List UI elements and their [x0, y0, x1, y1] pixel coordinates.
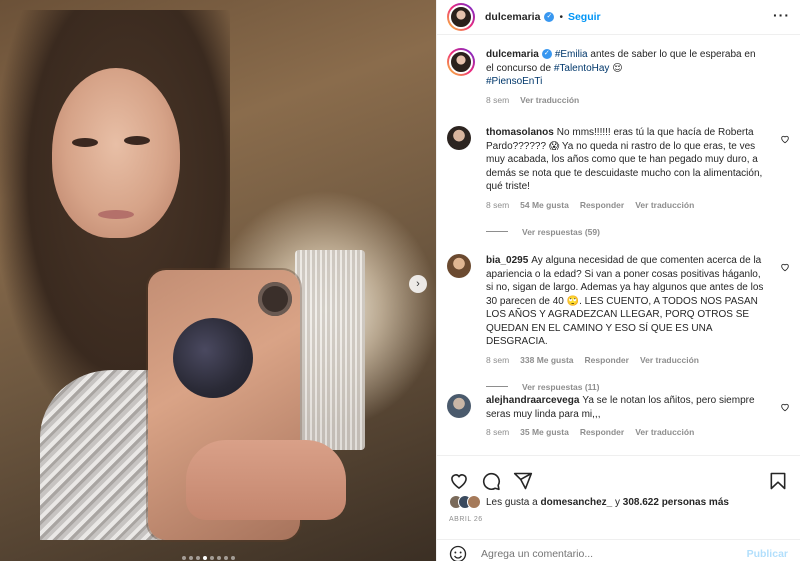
photo-eye-right — [124, 136, 150, 145]
heart-icon[interactable] — [780, 134, 790, 144]
comment-item: thomasolanos No mms!!!!!! eras tú la que … — [447, 126, 790, 237]
bookmark-icon[interactable] — [768, 471, 788, 491]
carousel-dot — [231, 556, 235, 560]
post-image[interactable]: › — [0, 0, 436, 561]
comment-likes[interactable]: 338 Me gusta — [520, 355, 573, 365]
caption-translate-link[interactable]: Ver traducción — [520, 95, 579, 105]
post-header: dulcemaria ✓ • Seguir ··· — [437, 0, 800, 35]
separator-dot: • — [559, 11, 563, 23]
reply-button[interactable]: Responder — [580, 427, 624, 437]
comment-text: Ay alguna necesidad de que comenten acer… — [486, 255, 764, 347]
translate-link[interactable]: Ver traducción — [635, 200, 694, 210]
author-username[interactable]: dulcemaria — [485, 11, 540, 23]
carousel-dot — [210, 556, 214, 560]
post-panel: dulcemaria ✓ • Seguir ··· dulcemaria ✓ #Em… — [436, 0, 800, 561]
comment-likes[interactable]: 35 Me gusta — [520, 427, 569, 437]
carousel-dot — [182, 556, 186, 560]
emoji-icon[interactable] — [449, 545, 467, 561]
post-actions — [437, 455, 800, 495]
likes-count[interactable]: 308.622 personas más — [623, 497, 729, 508]
comments-list[interactable]: dulcemaria ✓ #Emilia antes de saber lo que… — [437, 36, 800, 454]
translate-link[interactable]: Ver traducción — [635, 427, 694, 437]
follow-button[interactable]: Seguir — [568, 11, 601, 23]
caption-username[interactable]: dulcemaria — [486, 49, 539, 60]
photo-mouth — [98, 210, 134, 219]
comment-icon[interactable] — [481, 471, 501, 491]
share-icon[interactable] — [513, 471, 533, 491]
heart-icon[interactable] — [780, 402, 790, 412]
liker-avatar — [467, 495, 481, 509]
verified-badge-icon: ✓ — [544, 12, 555, 22]
photo-hand — [186, 440, 346, 520]
comment-item: bia_0295 Ay alguna necesidad de que comen… — [447, 254, 790, 392]
comment-time[interactable]: 8 sem — [486, 427, 509, 437]
caption-avatar[interactable] — [447, 48, 475, 76]
author-avatar[interactable] — [447, 3, 475, 31]
comment-time[interactable]: 8 sem — [486, 200, 509, 210]
carousel-dots — [182, 556, 235, 560]
comment-username[interactable]: bia_0295 — [486, 255, 528, 266]
carousel-next-button[interactable]: › — [409, 275, 427, 293]
comment-username[interactable]: thomasolanos — [486, 127, 554, 138]
carousel-dot — [196, 556, 200, 560]
carousel-dot — [189, 556, 193, 560]
carousel-dot — [203, 556, 207, 560]
view-replies-button[interactable]: Ver respuestas (11) — [486, 382, 790, 392]
comment-likes[interactable]: 54 Me gusta — [520, 200, 569, 210]
caption-time[interactable]: 8 sem — [486, 95, 509, 105]
photo-eye-left — [72, 138, 98, 147]
heart-icon[interactable] — [780, 262, 790, 272]
commenter-avatar[interactable] — [447, 254, 471, 278]
post-comment-button[interactable]: Publicar — [747, 548, 788, 560]
likes-prefix: Les gusta a — [486, 496, 538, 508]
comment-item: alejhandraarcevega Ya se le notan los añi… — [447, 394, 790, 437]
reply-button[interactable]: Responder — [585, 355, 629, 365]
carousel-dot — [217, 556, 221, 560]
translate-link[interactable]: Ver traducción — [640, 355, 699, 365]
add-comment-bar: Publicar — [437, 539, 800, 561]
verified-badge-icon: ✓ — [541, 49, 552, 60]
reply-button[interactable]: Responder — [580, 200, 624, 210]
photo-phone-camera — [258, 282, 292, 316]
hashtag-piensoenti[interactable]: #PiensoEnTi — [486, 76, 542, 87]
caption: dulcemaria ✓ #Emilia antes de saber lo que… — [447, 48, 790, 105]
hashtag-emilia[interactable]: #Emilia — [555, 49, 588, 60]
comment-time[interactable]: 8 sem — [486, 355, 509, 365]
commenter-avatar[interactable] — [447, 394, 471, 418]
photo-fringe — [295, 250, 365, 450]
more-horizontal-icon[interactable]: ··· — [773, 8, 790, 22]
view-replies-button[interactable]: Ver respuestas (59) — [486, 227, 790, 237]
commenter-avatar[interactable] — [447, 126, 471, 150]
post-date[interactable]: ABRIL 26 — [449, 516, 483, 523]
chevron-right-icon: › — [416, 278, 420, 290]
liker-username[interactable]: domesanchez_ — [541, 497, 613, 508]
hashtag-talentohay[interactable]: #TalentoHay — [554, 63, 610, 74]
photo-popsocket — [173, 318, 253, 398]
comment-username[interactable]: alejhandraarcevega — [486, 395, 579, 406]
comment-input[interactable] — [481, 547, 747, 560]
likes-middle: y — [614, 496, 620, 508]
carousel-dot — [224, 556, 228, 560]
heart-icon[interactable] — [449, 471, 469, 491]
likes-summary: Les gusta a domesanchez_ y 308.622 perso… — [449, 495, 788, 509]
caption-emoji: 😌 — [609, 62, 623, 74]
